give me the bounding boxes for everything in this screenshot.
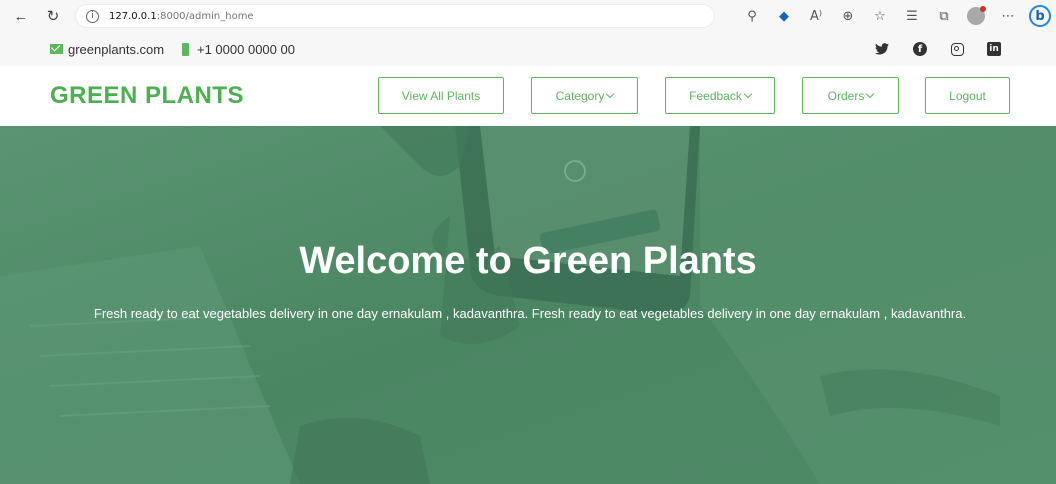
chevron-down-icon: [743, 89, 753, 98]
instagram-icon[interactable]: [947, 32, 967, 66]
contact-email[interactable]: greenplants.com: [50, 32, 164, 66]
facebook-icon[interactable]: f: [910, 32, 930, 66]
profile-avatar[interactable]: [960, 0, 992, 32]
nav-orders-dropdown[interactable]: Orders: [802, 77, 899, 114]
url-path: :8000/admin_home: [156, 10, 254, 22]
browser-toolbar-icons: ⚲ ◆ A⁾ ⊕ ☆ ☰ ⧉ ⋯ b: [736, 0, 1056, 32]
tag-icon[interactable]: ◆: [768, 0, 800, 32]
url-text: 127.0.0.1:8000/admin_home: [109, 11, 254, 22]
nav-category-dropdown[interactable]: Category: [531, 77, 638, 114]
brand-logo[interactable]: GREEN PLANTS: [50, 66, 244, 126]
nav-feedback-dropdown[interactable]: Feedback: [665, 77, 775, 114]
key-icon[interactable]: ⚲: [736, 0, 768, 32]
more-menu-icon[interactable]: ⋯: [992, 0, 1024, 32]
twitter-icon[interactable]: [872, 32, 892, 66]
refresh-icon[interactable]: ↻: [41, 4, 65, 28]
contact-topbar: greenplants.com +1 0000 0000 00 f in: [0, 32, 1056, 66]
favorite-star-icon[interactable]: ☆: [864, 0, 896, 32]
linkedin-icon[interactable]: in: [984, 32, 1004, 66]
zoom-icon[interactable]: ⊕: [832, 0, 864, 32]
hero-description: Fresh ready to eat vegetables delivery i…: [93, 306, 967, 321]
favorites-list-icon[interactable]: ☰: [896, 0, 928, 32]
chevron-down-icon: [866, 89, 875, 98]
email-text: greenplants.com: [68, 41, 165, 57]
url-host: 127.0.0.1: [109, 10, 157, 22]
envelope-icon: [50, 44, 63, 54]
chevron-down-icon: [606, 89, 615, 98]
back-arrow-icon[interactable]: ←: [9, 4, 33, 28]
nav-feedback-label: Feedback: [689, 88, 742, 103]
address-bar[interactable]: i 127.0.0.1:8000/admin_home: [75, 4, 715, 28]
nav-category-label: Category: [555, 88, 605, 103]
hero-banner: Welcome to Green Plants Fresh ready to e…: [0, 126, 1056, 484]
phone-icon: [182, 42, 189, 56]
read-aloud-icon[interactable]: A⁾: [800, 0, 832, 32]
contact-phone[interactable]: +1 0000 0000 00: [182, 32, 295, 66]
browser-toolbar: ← ↻ i 127.0.0.1:8000/admin_home ⚲ ◆ A⁾ ⊕…: [0, 0, 1056, 32]
bing-icon[interactable]: b: [1024, 0, 1056, 32]
logout-label: Logout: [949, 88, 986, 103]
nav-view-all-plants-label: View All Plants: [401, 88, 481, 103]
nav-orders-label: Orders: [827, 88, 865, 103]
info-icon[interactable]: i: [86, 9, 99, 23]
hero-title: Welcome to Green Plants: [299, 240, 757, 282]
nav-view-all-plants[interactable]: View All Plants: [378, 77, 504, 114]
site-header: GREEN PLANTS View All Plants Category Fe…: [0, 66, 1056, 126]
phone-text: +1 0000 0000 00: [197, 41, 295, 57]
logout-button[interactable]: Logout: [925, 77, 1010, 114]
collections-icon[interactable]: ⧉: [928, 0, 960, 32]
